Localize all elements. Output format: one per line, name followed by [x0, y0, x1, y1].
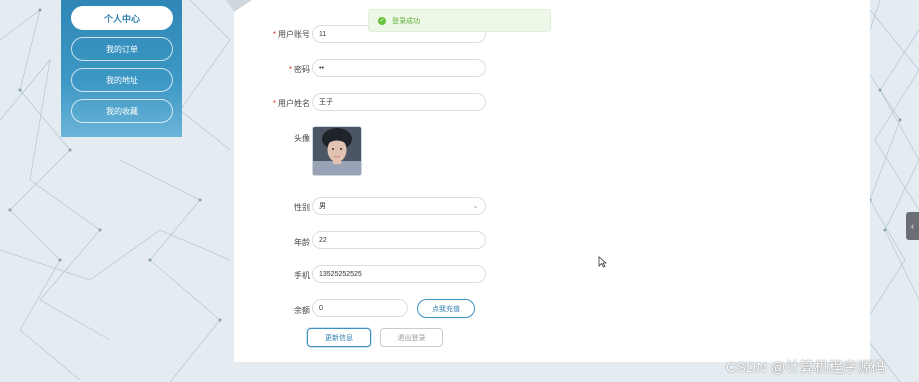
sidebar: 个人中心 我的订单 我的地址 我的收藏: [61, 0, 182, 137]
avatar-label: 头像: [294, 134, 310, 143]
watermark: CSDN @计算机程序源码: [726, 359, 886, 375]
age-input[interactable]: 22: [312, 231, 486, 249]
phone-input[interactable]: 13525252525: [312, 265, 486, 283]
sidebar-item-label: 我的收藏: [106, 106, 138, 116]
chevron-down-icon: ⌄: [472, 201, 479, 210]
name-input[interactable]: 王子: [312, 93, 486, 111]
recharge-button[interactable]: 点我充值: [417, 299, 475, 318]
sidebar-item-favorites[interactable]: 我的收藏: [71, 99, 173, 123]
update-info-button[interactable]: 更新信息: [307, 328, 371, 347]
sidebar-item-orders[interactable]: 我的订单: [71, 37, 173, 61]
password-input[interactable]: ••: [312, 59, 486, 77]
success-toast: ✓ 登录成功: [368, 9, 551, 32]
sidebar-item-personal-center[interactable]: 个人中心: [71, 6, 173, 30]
sidebar-item-address[interactable]: 我的地址: [71, 68, 173, 92]
avatar-image[interactable]: [312, 126, 362, 176]
balance-label: 余额: [294, 306, 310, 315]
page-curl-decoration: [226, 0, 252, 12]
logout-button[interactable]: 退出登录: [380, 328, 443, 347]
mouse-cursor-icon: [598, 256, 607, 268]
balance-input[interactable]: 0: [312, 299, 408, 317]
sidebar-item-label: 我的订单: [106, 44, 138, 54]
phone-label: 手机: [294, 271, 310, 280]
side-toggle-button[interactable]: ‹: [906, 212, 919, 240]
password-label: * 密码: [288, 65, 310, 74]
gender-select[interactable]: 男 ⌄: [312, 197, 486, 215]
chevron-left-icon: ‹: [911, 221, 914, 231]
gender-label: 性别: [294, 203, 310, 212]
account-label: * 用户账号: [272, 30, 310, 39]
sidebar-item-label: 个人中心: [103, 13, 140, 24]
toast-message: 登录成功: [392, 17, 420, 25]
check-circle-icon: ✓: [378, 16, 386, 25]
name-label: * 用户姓名: [272, 99, 310, 108]
age-label: 年龄: [294, 238, 310, 247]
sidebar-item-label: 我的地址: [106, 75, 138, 85]
